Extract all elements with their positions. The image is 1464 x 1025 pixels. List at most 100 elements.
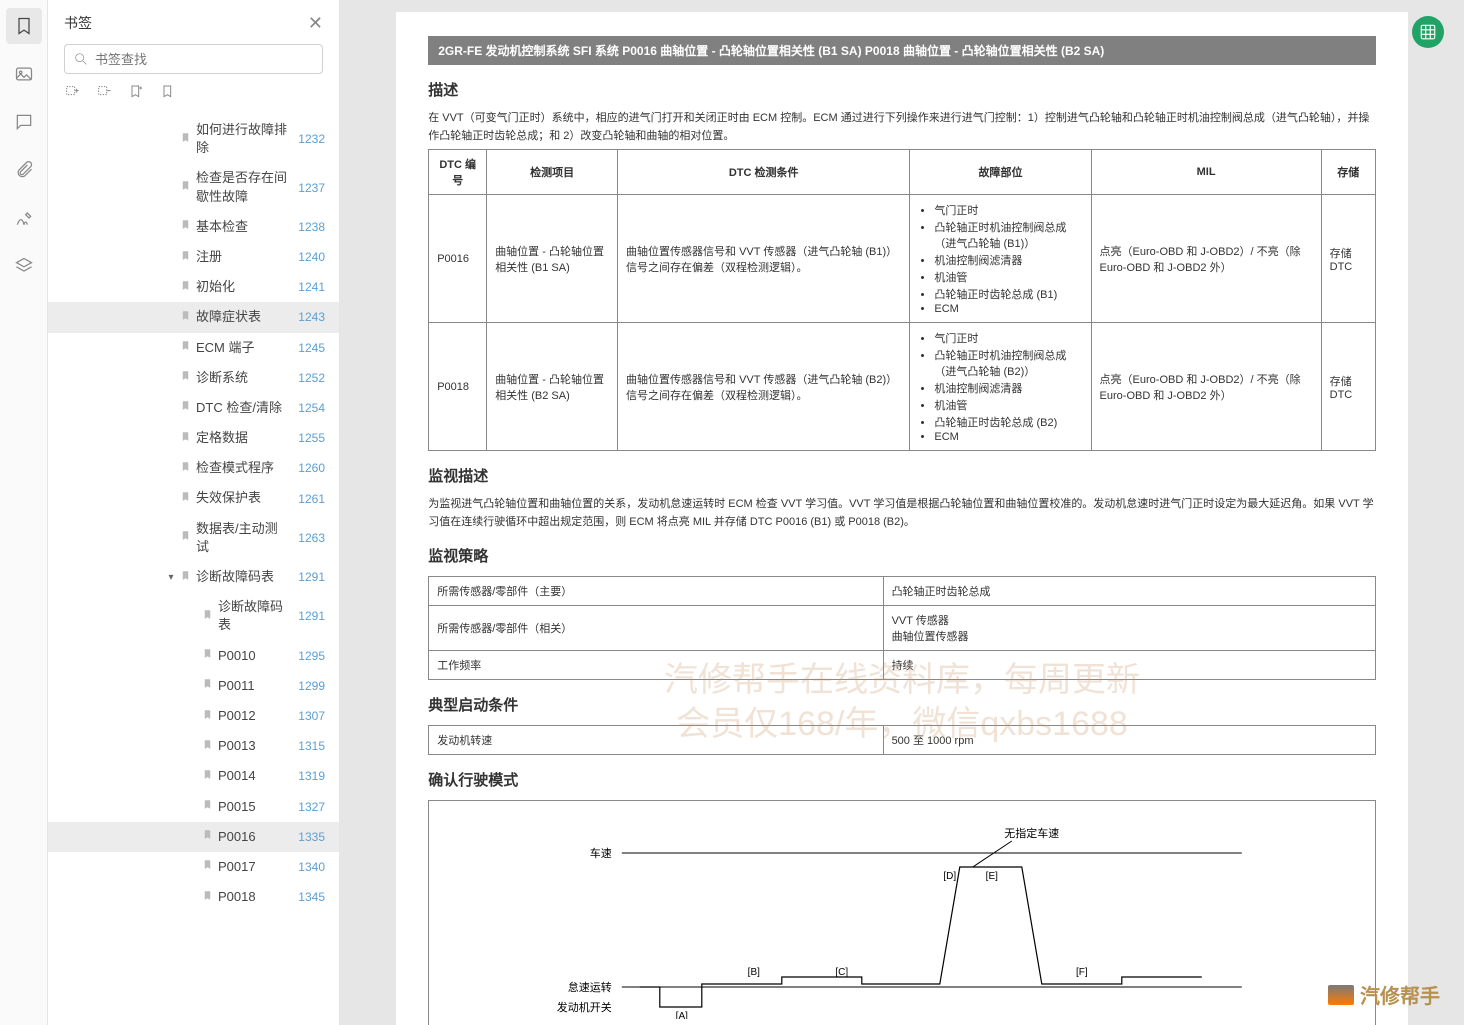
bookmark-icon [180,370,192,385]
search-field[interactable] [95,52,314,67]
tree-row[interactable]: P00131315 [48,731,339,761]
svg-text:车速: 车速 [590,846,612,860]
tree-page: 1237 [289,181,325,195]
remove-bookmark-icon[interactable] [96,84,112,105]
svg-text:[E]: [E] [986,871,998,882]
tree-row[interactable]: P00111299 [48,671,339,701]
body-text: 在 VVT（可变气门正时）系统中，相应的进气门打开和关闭正时由 ECM 控制。E… [428,110,1376,145]
bookmarks-sidebar: 书签 ✕ 如何进行故障排除1232检查是否存在间歇性故障1237基本检查1238… [48,0,340,1025]
tree-page: 1240 [289,250,325,264]
bookmark-icon [180,461,192,476]
bookmark-icon [180,219,192,234]
bookmark-icon [180,431,192,446]
svg-text:[B]: [B] [748,967,760,978]
page-content: 2GR-FE 发动机控制系统 SFI 系统 P0016 曲轴位置 - 凸轮轴位置… [396,12,1408,1025]
svg-text:怠速运转: 怠速运转 [568,980,612,994]
tree-page: 1340 [289,860,325,874]
tree-label: 如何进行故障排除 [196,121,289,157]
tree-label: P0010 [218,647,256,665]
tree-row[interactable]: 初始化1241 [48,272,339,302]
tree-row[interactable]: P00171340 [48,852,339,882]
attachment-icon[interactable] [6,152,42,188]
tree-row[interactable]: 注册 1240 [48,242,339,272]
body-text: 为监视进气凸轮轴位置和曲轴位置的关系，发动机怠速运转时 ECM 检查 VVT 学… [428,496,1376,531]
tree-row[interactable]: DTC 检查/清除 1254 [48,393,339,423]
tree-row[interactable]: 故障症状表1243 [48,302,339,332]
tree-row[interactable]: 诊断故障码表1291 [48,592,339,640]
tree-label: P0011 [218,677,255,695]
bookmark-icon [202,859,214,874]
bookmark-icon [202,829,214,844]
close-icon[interactable]: ✕ [308,13,323,34]
bookmarks-icon[interactable] [6,8,42,44]
table-header: MIL [1091,150,1321,195]
bookmark-icon [180,132,192,147]
bookmark-icon [180,180,192,195]
tree-row[interactable]: 诊断系统 1252 [48,363,339,393]
bookmark-icon [180,491,192,506]
tree-page: 1254 [289,401,325,415]
image-icon[interactable] [6,56,42,92]
table-header: 存储 [1321,150,1375,195]
tree-row[interactable]: 失效保护表 1261 [48,483,339,513]
tree-row[interactable]: P0018 1345 [48,882,339,912]
tree-row[interactable]: 如何进行故障排除1232 [48,115,339,163]
tree-row[interactable]: 基本检查1238 [48,212,339,242]
tree-row[interactable]: P00141319 [48,761,339,791]
tree-page: 1238 [289,220,325,234]
tree-label: 初始化 [196,278,235,296]
bookmark-icon [180,400,192,415]
layers-icon[interactable] [6,248,42,284]
tree-row[interactable]: ECM 端子1245 [48,333,339,363]
tree-row[interactable]: P00101295 [48,641,339,671]
sign-icon[interactable] [6,200,42,236]
add-bookmark-icon[interactable] [64,84,80,105]
svg-text:无指定车速: 无指定车速 [1005,826,1060,840]
bookmark-icon [202,739,214,754]
bookmark-icon [202,609,214,624]
bookmark-icon [202,769,214,784]
section-heading: 描述 [428,79,1376,100]
tree-page: 1245 [289,341,325,355]
tree-label: DTC 检查/清除 [196,399,282,417]
caret-down-icon[interactable]: ▾ [166,572,176,583]
tree-page: 1252 [289,371,325,385]
table-row: P0016曲轴位置 - 凸轮轴位置相关性 (B1 SA)曲轴位置传感器信号和 V… [429,195,1376,323]
bookmark-tree: 如何进行故障排除1232检查是否存在间歇性故障1237基本检查1238 注册 124… [48,115,339,1025]
spreadsheet-icon[interactable] [1412,16,1444,48]
tree-row[interactable]: P00121307 [48,701,339,731]
tree-row[interactable]: P0016 1335 [48,822,339,852]
tree-row[interactable]: 检查模式程序1260 [48,453,339,483]
comment-icon[interactable] [6,104,42,140]
bookmark-icon[interactable] [160,84,176,105]
tree-label: 诊断系统 [196,369,248,387]
table-header: DTC 编号 [429,150,487,195]
bookmark-add-icon[interactable] [128,84,144,105]
tree-row[interactable]: 定格数据1255 [48,423,339,453]
tree-page: 1335 [289,830,325,844]
tree-page: 1345 [289,890,325,904]
tree-page: 1261 [289,492,325,506]
tree-label: P0016 [218,828,256,846]
tree-row[interactable]: 数据表/主动测试1263 [48,514,339,562]
tree-label: P0014 [218,767,256,785]
sidebar-title: 书签 [64,13,92,33]
tree-page: 1291 [289,570,325,584]
tree-label: 失效保护表 [196,489,261,507]
tree-label: 故障症状表 [196,308,261,326]
bookmark-icon [180,280,192,295]
table-row: 工作频率持续 [429,651,1376,680]
table-row: P0018曲轴位置 - 凸轮轴位置相关性 (B2 SA)曲轴位置传感器信号和 V… [429,323,1376,451]
bookmark-icon [180,250,192,265]
tree-row[interactable]: ▾诊断故障码表1291 [48,562,339,592]
tree-row[interactable]: 检查是否存在间歇性故障1237 [48,163,339,211]
brand-mark-icon [1328,985,1354,1005]
section-heading: 监视描述 [428,465,1376,486]
tree-label: P0018 [218,888,256,906]
table-row: 发动机转速500 至 1000 rpm [429,726,1376,755]
brand-logo: 汽修帮手 [1328,980,1440,1009]
search-input[interactable] [64,44,323,74]
tree-row[interactable]: P00151327 [48,792,339,822]
tree-label: 注册 [196,248,222,266]
document-viewer[interactable]: 2GR-FE 发动机控制系统 SFI 系统 P0016 曲轴位置 - 凸轮轴位置… [340,0,1464,1025]
